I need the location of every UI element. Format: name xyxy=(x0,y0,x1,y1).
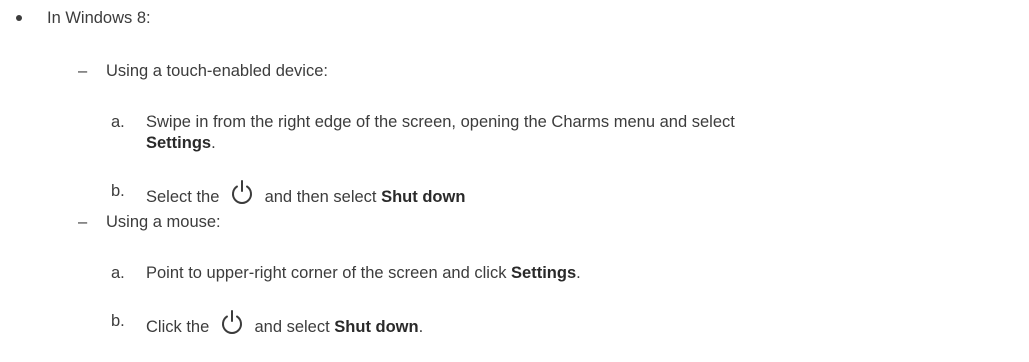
settings-term: Settings xyxy=(511,264,577,282)
step-text-before: Point to upper-right corner of the scree… xyxy=(146,264,507,282)
step-text-line1: Swipe in from the right edge of the scre… xyxy=(146,113,735,131)
step-letter: b. xyxy=(111,312,125,330)
punctuation: . xyxy=(576,264,581,282)
step-text: Swipe in from the right edge of the scre… xyxy=(146,111,735,133)
shut-down-term: Shut down xyxy=(334,318,419,336)
step-letter: a. xyxy=(111,264,125,282)
sub-item-label: Using a touch-enabled device: xyxy=(106,62,328,80)
power-icon xyxy=(220,310,244,342)
punctuation: . xyxy=(418,318,424,336)
list-item-label: In Windows 8: xyxy=(47,9,151,27)
sub-item-touch: Using a touch-enabled device: xyxy=(106,60,328,82)
step-text-before: Click the xyxy=(146,318,210,336)
step-text-continued: Settings. xyxy=(146,132,216,154)
step-text-middle: and then select xyxy=(264,188,377,206)
settings-term: Settings xyxy=(146,134,212,152)
step-text: Click the and select Shut down. xyxy=(146,310,423,342)
dash-marker: – xyxy=(78,213,88,231)
power-icon xyxy=(230,180,254,212)
step-text-before: Select the xyxy=(146,188,220,206)
step-text: Point to upper-right corner of the scree… xyxy=(146,262,581,284)
sub-item-mouse: Using a mouse: xyxy=(106,211,221,233)
dash-marker: – xyxy=(78,62,88,80)
shut-down-term: Shut down xyxy=(381,188,466,206)
punctuation: . xyxy=(211,134,216,152)
bullet-marker xyxy=(16,15,22,21)
step-text-middle: and select xyxy=(254,318,330,336)
sub-item-label: Using a mouse: xyxy=(106,213,221,231)
step-text: Select the and then select Shut down xyxy=(146,180,465,212)
step-letter: b. xyxy=(111,182,125,200)
step-letter: a. xyxy=(111,113,125,131)
list-item-windows8: In Windows 8: xyxy=(47,7,151,29)
